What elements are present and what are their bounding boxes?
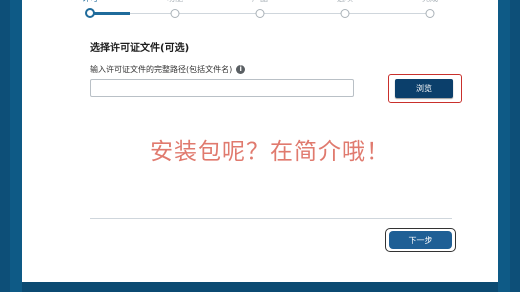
footer-divider: [90, 218, 452, 219]
stepper-progress: [90, 12, 130, 15]
overlay-annotation: 安装包呢？在简介哦！: [150, 139, 390, 165]
step-label-features: 功能: [167, 0, 183, 4]
dialog-bottom-band: [22, 282, 498, 292]
step-dot-options: [340, 9, 350, 18]
step-label-options: 选项: [337, 0, 353, 4]
step-dot-license: [85, 8, 95, 18]
step-dot-finish: [425, 9, 435, 18]
info-icon[interactable]: i: [236, 65, 246, 74]
installer-dialog: 许可 功能 产品 选项 完成 选择许可证文件(可选) 输入许可证文件的完整路径(…: [22, 0, 498, 282]
step-dot-products: [255, 9, 265, 18]
license-path-input[interactable]: [90, 79, 354, 97]
section-title: 选择许可证文件(可选): [90, 43, 190, 54]
step-label-finish: 完成: [422, 0, 438, 4]
progress-stepper: 许可 功能 产品 选项 完成: [22, 0, 498, 22]
window-right-edge: [510, 0, 520, 292]
step-label-products: 产品: [252, 0, 268, 4]
license-path-label: 输入许可证文件的完整路径(包括文件名) i: [90, 64, 246, 75]
license-path-label-text: 输入许可证文件的完整路径(包括文件名): [90, 65, 233, 74]
browse-button[interactable]: 浏览: [395, 79, 453, 98]
window-left-edge: [0, 0, 10, 292]
step-dot-features: [170, 9, 180, 18]
next-button[interactable]: 下一步: [389, 231, 452, 249]
step-label-license: 许可: [82, 0, 98, 4]
